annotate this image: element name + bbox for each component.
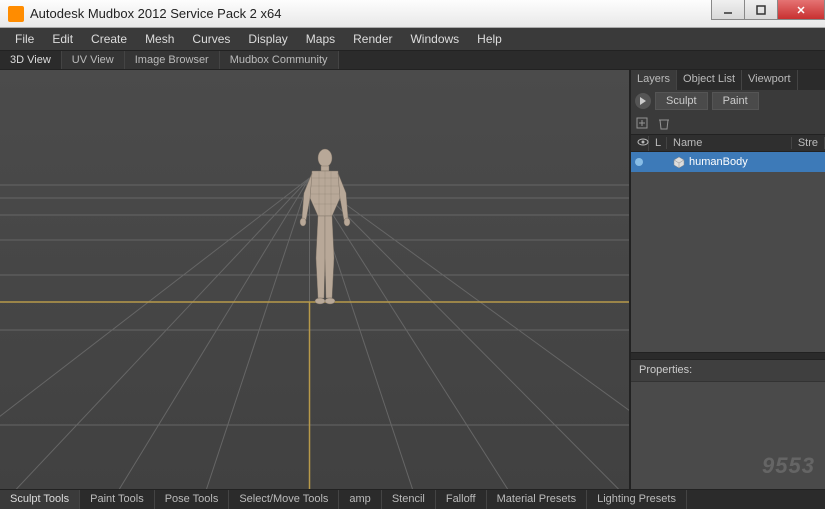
menu-create[interactable]: Create — [82, 29, 136, 49]
main-area: Layers Object List Viewport Sculpt Paint… — [0, 70, 825, 489]
layer-row-humanbody[interactable]: humanBody — [631, 152, 825, 172]
sculpt-mode-button[interactable]: Sculpt — [655, 92, 708, 110]
right-panel-tabs: Layers Object List Viewport — [631, 70, 825, 90]
layer-name: humanBody — [689, 156, 748, 168]
tab-sculpt-tools[interactable]: Sculpt Tools — [0, 490, 80, 509]
tab-image-browser[interactable]: Image Browser — [125, 51, 220, 69]
tab-object-list[interactable]: Object List — [677, 70, 742, 90]
menu-maps[interactable]: Maps — [297, 29, 344, 49]
maximize-button[interactable] — [744, 0, 778, 20]
delete-layer-icon[interactable] — [657, 116, 671, 130]
tab-3d-view[interactable]: 3D View — [0, 51, 62, 69]
watermark: 9553 — [762, 453, 815, 479]
window-controls — [712, 0, 825, 27]
tab-paint-tools[interactable]: Paint Tools — [80, 490, 155, 509]
visibility-dot-icon[interactable] — [635, 158, 643, 166]
menu-file[interactable]: File — [6, 29, 43, 49]
view-tabs: 3D View UV View Image Browser Mudbox Com… — [0, 50, 825, 70]
layer-mode-row: Sculpt Paint — [631, 90, 825, 112]
new-layer-icon[interactable] — [635, 116, 649, 130]
tab-viewport[interactable]: Viewport — [742, 70, 798, 90]
tab-lighting-presets[interactable]: Lighting Presets — [587, 490, 687, 509]
menu-windows[interactable]: Windows — [401, 29, 468, 49]
tab-stencil[interactable]: Stencil — [382, 490, 436, 509]
menu-help[interactable]: Help — [468, 29, 511, 49]
close-button[interactable] — [777, 0, 825, 20]
tab-uv-view[interactable]: UV View — [62, 51, 125, 69]
layer-list-header: L Name Stre — [631, 134, 825, 152]
layer-toolbar — [631, 112, 825, 134]
viewport-3d[interactable] — [0, 70, 630, 489]
visibility-column-icon[interactable] — [631, 136, 649, 151]
menu-display[interactable]: Display — [239, 29, 296, 49]
tab-mudbox-community[interactable]: Mudbox Community — [220, 51, 339, 69]
name-column[interactable]: Name — [667, 137, 792, 149]
lock-column[interactable]: L — [649, 137, 667, 149]
tab-material-presets[interactable]: Material Presets — [487, 490, 587, 509]
paint-mode-button[interactable]: Paint — [712, 92, 759, 110]
strength-column[interactable]: Stre — [792, 137, 825, 149]
properties-header: Properties: — [631, 360, 825, 382]
menu-edit[interactable]: Edit — [43, 29, 82, 49]
tab-falloff[interactable]: Falloff — [436, 490, 487, 509]
tab-select-move-tools[interactable]: Select/Move Tools — [229, 490, 339, 509]
layer-list[interactable]: humanBody — [631, 152, 825, 352]
mesh-icon — [673, 156, 685, 168]
tab-layers[interactable]: Layers — [631, 70, 677, 90]
menu-bar: File Edit Create Mesh Curves Display Map… — [0, 28, 825, 50]
bottom-tool-tabs: Sculpt Tools Paint Tools Pose Tools Sele… — [0, 489, 825, 509]
play-icon[interactable] — [635, 93, 651, 109]
minimize-button[interactable] — [711, 0, 745, 20]
app-icon — [8, 6, 24, 22]
panel-splitter[interactable] — [631, 352, 825, 360]
menu-curves[interactable]: Curves — [183, 29, 239, 49]
human-body-mesh[interactable] — [290, 148, 360, 308]
right-panel: Layers Object List Viewport Sculpt Paint… — [630, 70, 825, 489]
menu-render[interactable]: Render — [344, 29, 401, 49]
menu-mesh[interactable]: Mesh — [136, 29, 183, 49]
window-title: Autodesk Mudbox 2012 Service Pack 2 x64 — [30, 6, 712, 21]
tab-pose-tools[interactable]: Pose Tools — [155, 490, 230, 509]
window-titlebar: Autodesk Mudbox 2012 Service Pack 2 x64 — [0, 0, 825, 28]
tab-amp[interactable]: amp — [339, 490, 381, 509]
